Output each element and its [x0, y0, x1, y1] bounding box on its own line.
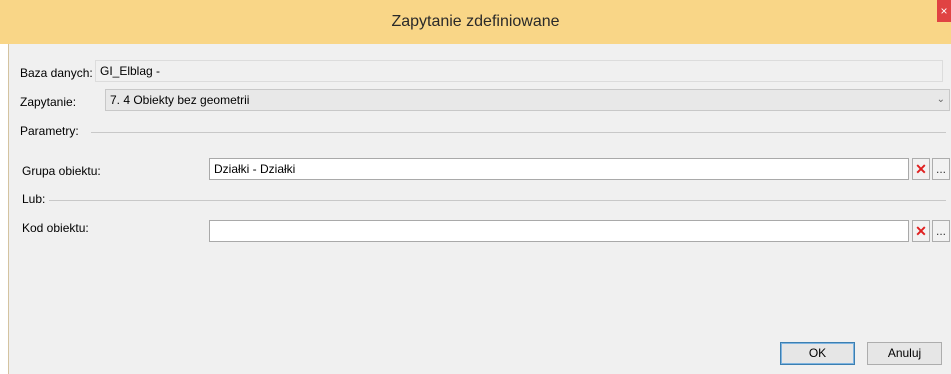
- title-bar[interactable]: Zapytanie zdefiniowane ×: [0, 0, 951, 44]
- object-group-field[interactable]: Działki - Działki: [209, 158, 909, 180]
- dialog-body: Baza danych: GI_Elblag - Zapytanie: 7. 4…: [8, 44, 951, 374]
- query-label: Zapytanie:: [20, 95, 77, 109]
- or-separator: [49, 200, 946, 201]
- object-code-label: Kod obiektu:: [22, 221, 89, 235]
- close-icon: ×: [940, 4, 948, 18]
- object-code-clear-button[interactable]: ✕: [912, 220, 930, 242]
- database-field: GI_Elblag -: [95, 60, 943, 82]
- object-group-label: Grupa obiektu:: [22, 164, 101, 178]
- parameters-label: Parametry:: [20, 124, 79, 138]
- clear-icon: ✕: [915, 161, 927, 177]
- object-group-clear-button[interactable]: ✕: [912, 158, 930, 180]
- query-select[interactable]: 7. 4 Obiekty bez geometrii ⌄: [105, 89, 950, 111]
- clear-icon: ✕: [915, 223, 927, 239]
- object-code-field[interactable]: [209, 220, 909, 242]
- browse-icon: ...: [935, 224, 946, 238]
- window-title: Zapytanie zdefiniowane: [391, 13, 560, 30]
- browse-icon: ...: [935, 162, 946, 176]
- close-button[interactable]: ×: [937, 0, 951, 22]
- chevron-down-icon[interactable]: ⌄: [937, 90, 945, 110]
- or-label: Lub:: [22, 192, 46, 206]
- cancel-button[interactable]: Anuluj: [867, 342, 942, 365]
- parameters-separator: [91, 132, 946, 133]
- database-label: Baza danych:: [20, 66, 93, 80]
- query-select-value: 7. 4 Obiekty bez geometrii: [110, 93, 250, 107]
- object-code-browse-button[interactable]: ...: [932, 220, 950, 242]
- ok-button[interactable]: OK: [780, 342, 855, 365]
- object-group-browse-button[interactable]: ...: [932, 158, 950, 180]
